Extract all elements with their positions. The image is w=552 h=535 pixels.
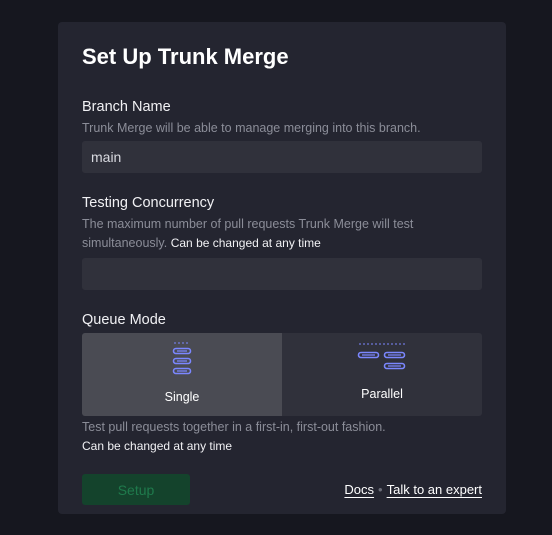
testing-concurrency-help-emphasis: Can be changed at any time <box>170 236 321 250</box>
link-separator: • <box>378 482 383 497</box>
queue-mode-label: Queue Mode <box>82 312 166 328</box>
testing-concurrency-input[interactable] <box>82 258 482 290</box>
branch-name-label: Branch Name <box>82 99 171 115</box>
queue-mode-parallel-label: Parallel <box>361 387 403 401</box>
help-links: Docs • Talk to an expert <box>344 482 482 497</box>
single-queue-icon <box>172 342 192 375</box>
parallel-queue-icon <box>357 343 406 370</box>
page-title: Set Up Trunk Merge <box>82 44 289 69</box>
queue-mode-selector: Single Parallel <box>82 333 482 416</box>
branch-name-input[interactable] <box>82 141 482 173</box>
setup-card: Set Up Trunk Merge Branch Name Trunk Mer… <box>58 22 506 514</box>
testing-concurrency-label: Testing Concurrency <box>82 195 215 211</box>
queue-mode-single-option[interactable]: Single <box>82 333 282 416</box>
testing-concurrency-help: The maximum number of pull requests Trun… <box>82 215 484 253</box>
queue-mode-single-label: Single <box>164 390 200 404</box>
queue-mode-note: Can be changed at any time <box>82 439 233 453</box>
docs-link[interactable]: Docs <box>344 482 374 497</box>
queue-mode-parallel-option[interactable]: Parallel <box>282 333 482 416</box>
setup-button[interactable]: Setup <box>82 474 190 505</box>
branch-name-help: Trunk Merge will be able to manage mergi… <box>82 121 421 135</box>
queue-mode-description: Test pull requests together in a first-i… <box>82 420 386 434</box>
talk-to-expert-link[interactable]: Talk to an expert <box>387 482 482 497</box>
